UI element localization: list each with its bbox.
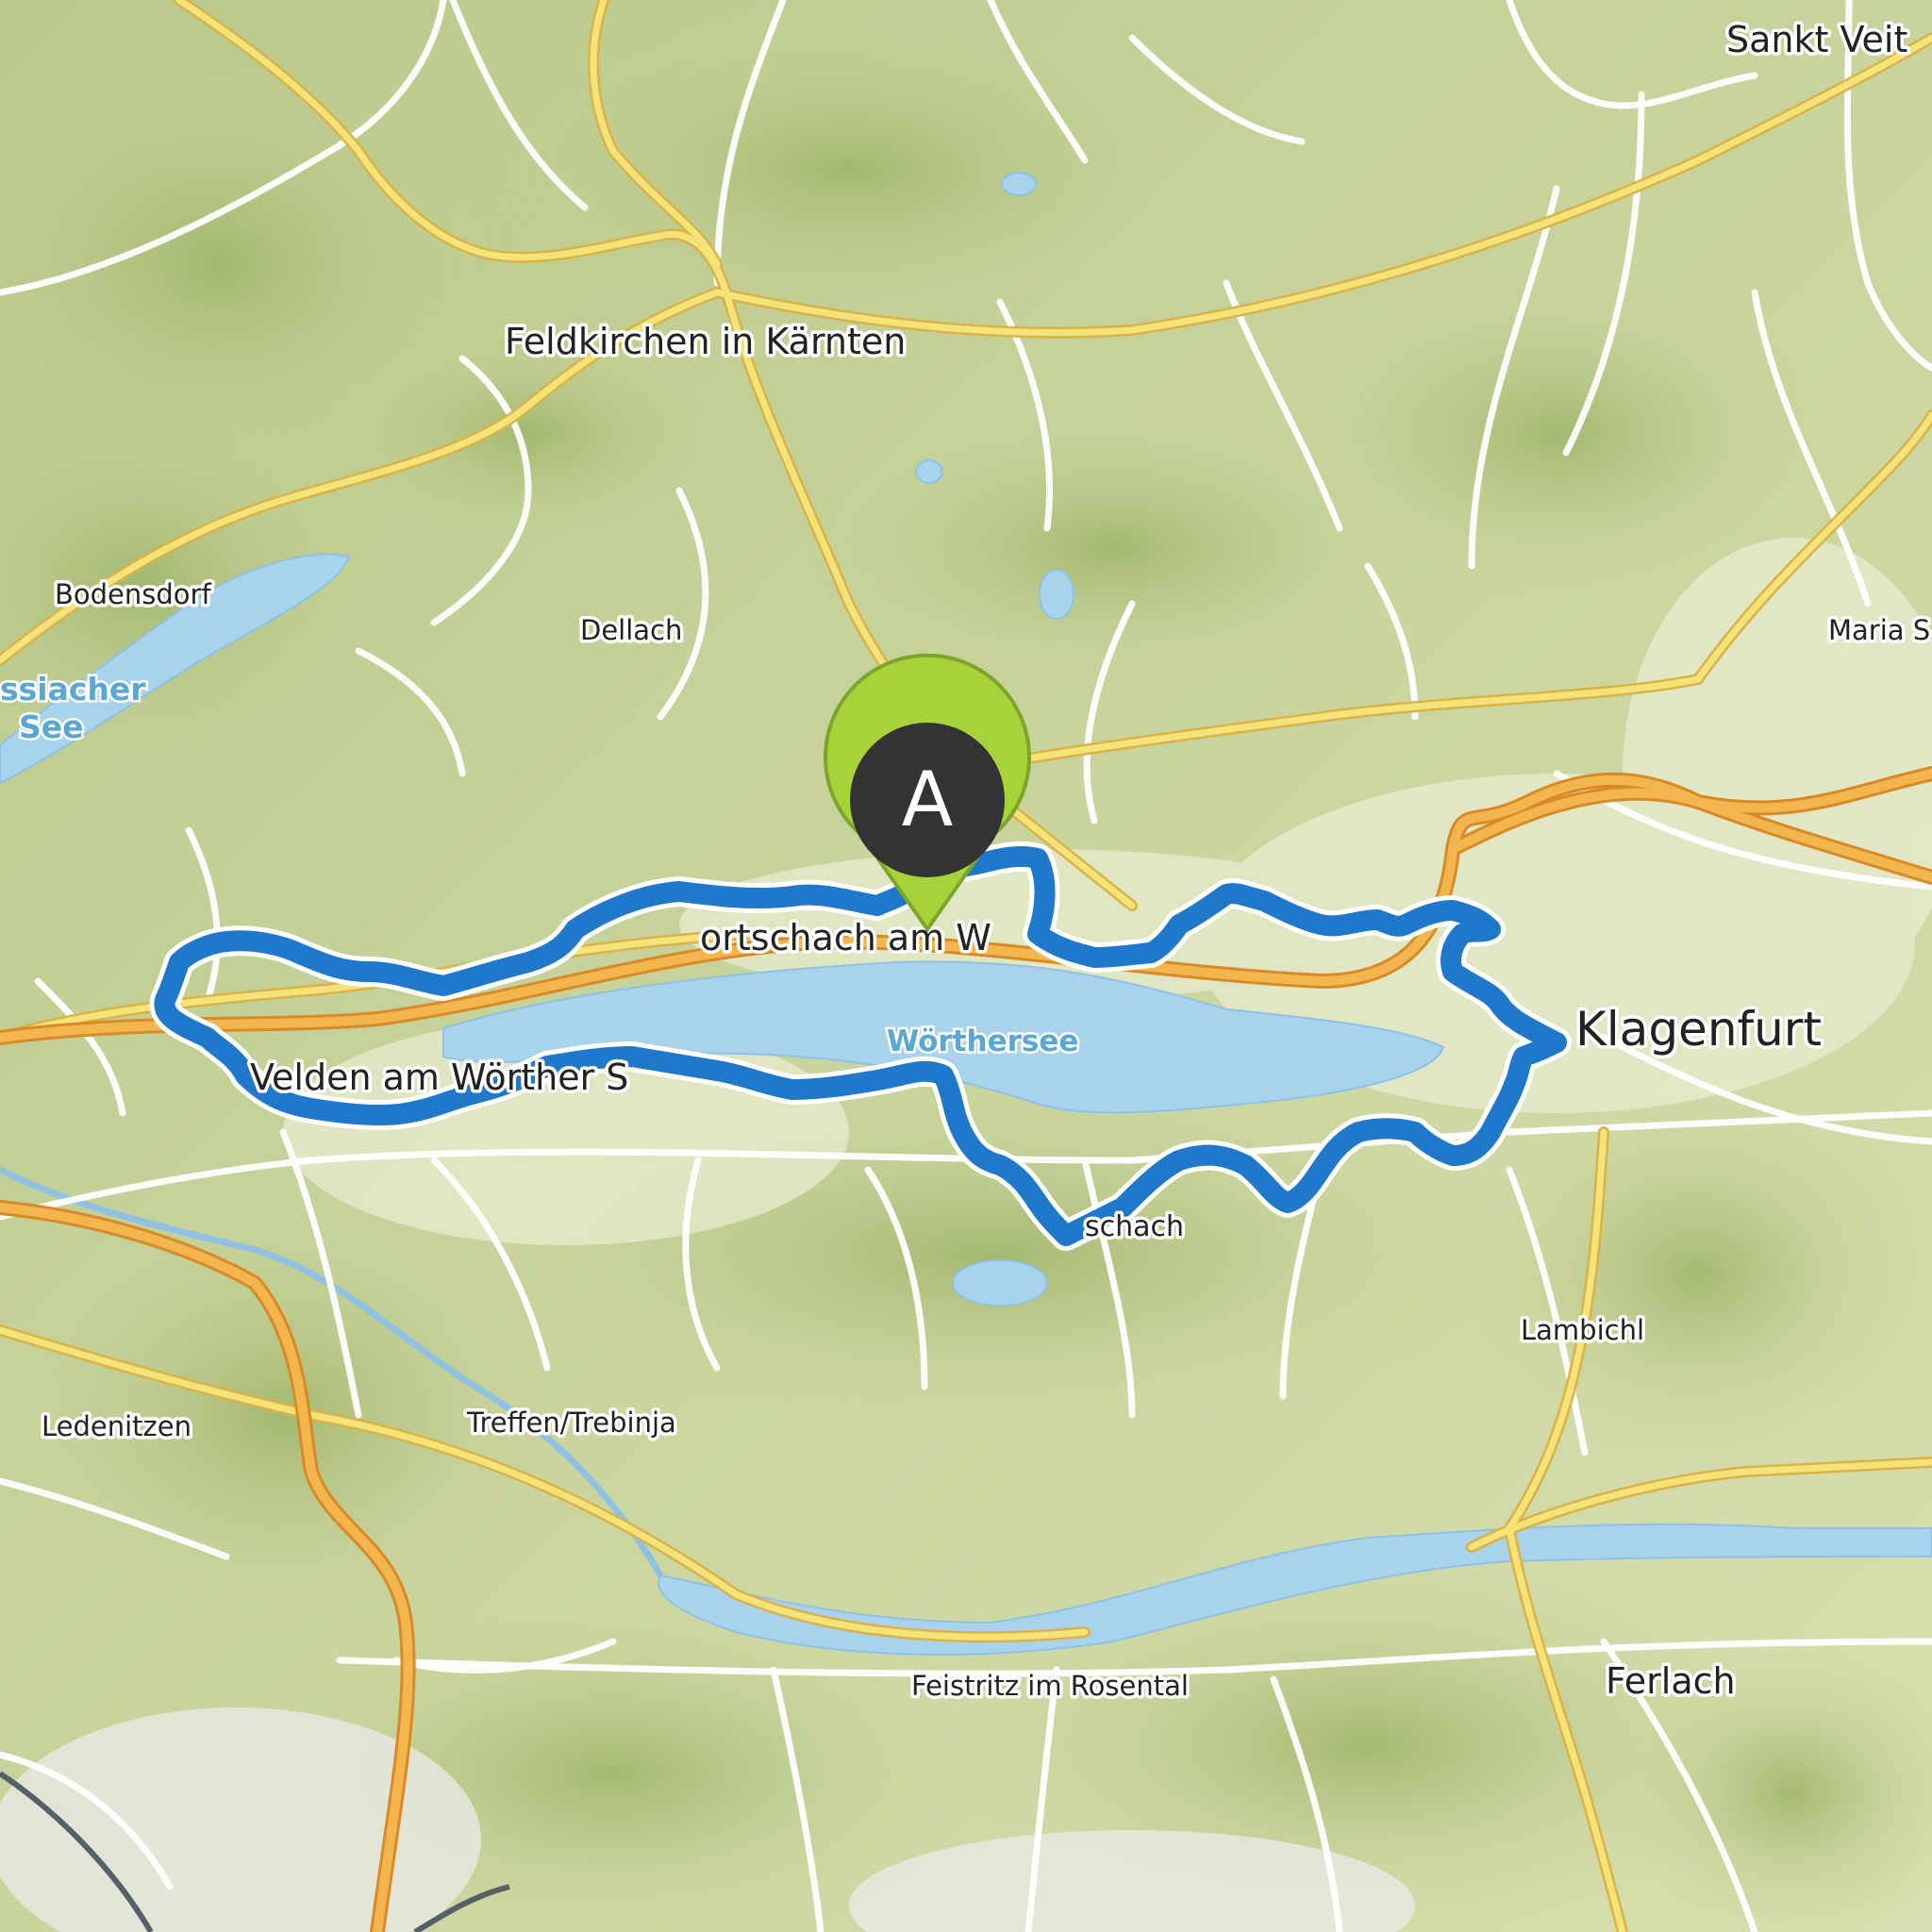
label-lambichl[interactable]: Lambichl	[1518, 1311, 1648, 1350]
label-dellach[interactable]: Dellach	[577, 611, 686, 650]
label-poertschach[interactable]: ortschach am W	[697, 914, 995, 962]
label-maria-s[interactable]: Maria S	[1825, 611, 1932, 650]
label-klagenfurt[interactable]: Klagenfurt	[1573, 999, 1825, 1060]
label-woerthersee: Wörthersee	[887, 1024, 1078, 1058]
small-lake-1	[952, 1259, 1048, 1307]
label-ledenitzen[interactable]: Ledenitzen	[39, 1407, 195, 1446]
small-lake-3	[915, 459, 943, 484]
small-lake-4	[1001, 172, 1037, 196]
label-ossiacher-see-1: ssiacher	[0, 671, 146, 708]
label-sankt-veit[interactable]: Sankt Veit	[1724, 16, 1911, 64]
small-lake-2	[1039, 569, 1074, 620]
label-bodensdorf[interactable]: Bodensdorf	[52, 575, 215, 614]
label-treffen[interactable]: Treffen/Trebinja	[463, 1404, 680, 1442]
map-canvas[interactable]: Sankt Veit Feldkirchen in Kärnten Bodens…	[0, 0, 1932, 1932]
label-ferlach[interactable]: Ferlach	[1603, 1657, 1740, 1706]
label-keutschach[interactable]: schach	[1082, 1208, 1188, 1247]
marker-label: A	[902, 756, 954, 843]
label-velden[interactable]: Velden am Wörther S	[247, 1054, 632, 1102]
label-feistritz[interactable]: Feistritz im Rosental	[908, 1667, 1192, 1706]
label-feldkirchen[interactable]: Feldkirchen in Kärnten	[502, 318, 909, 366]
label-ossiacher-see-2: See	[19, 708, 84, 745]
